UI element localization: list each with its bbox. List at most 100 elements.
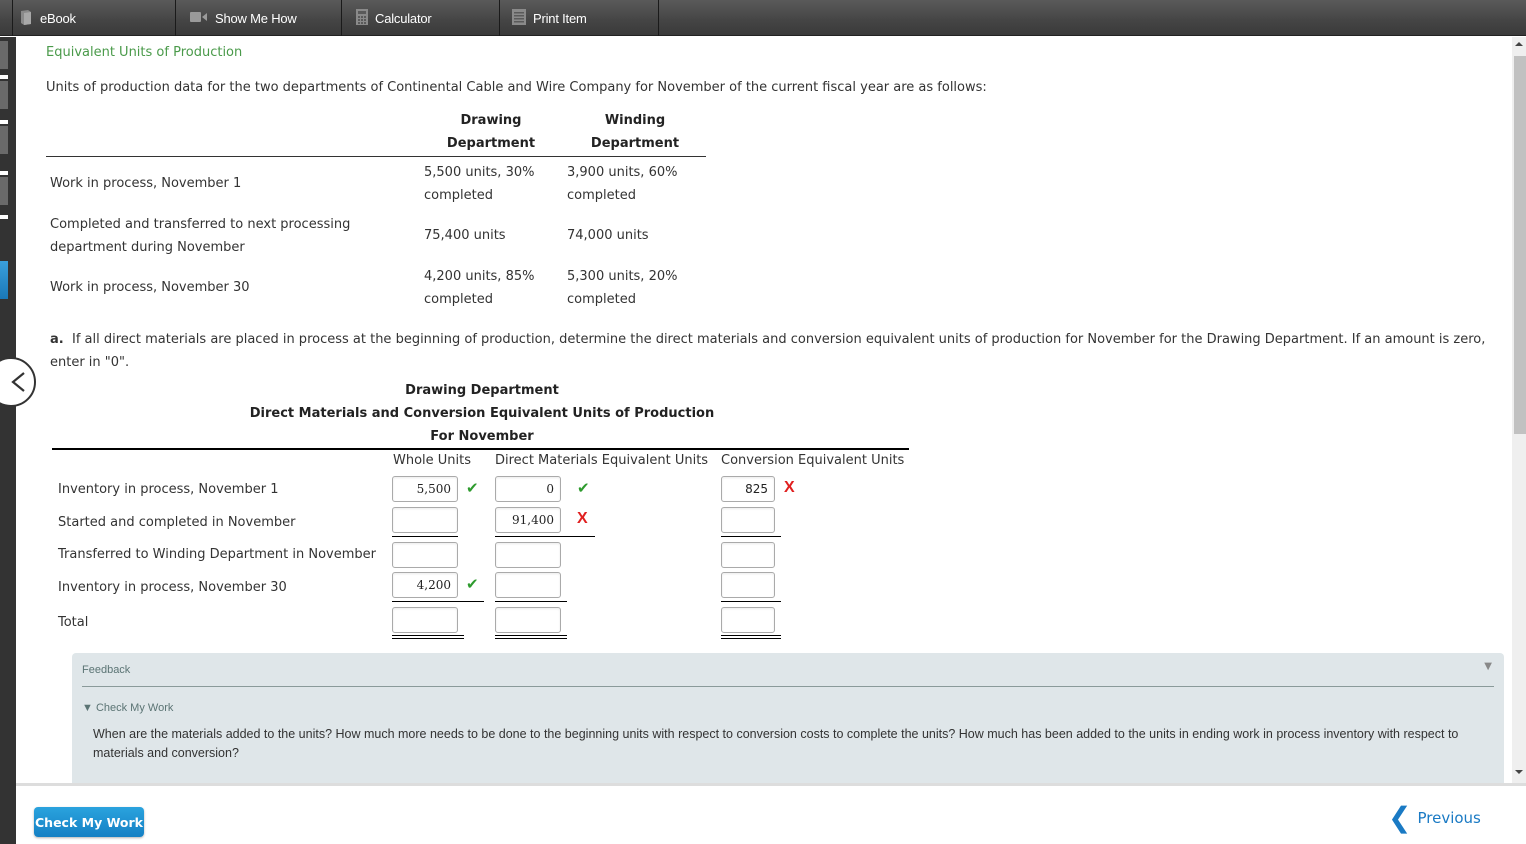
- schedule-rule: [52, 448, 909, 450]
- row-label-transferred: Transferred to Winding Department in Nov…: [58, 547, 376, 562]
- scroll-up-arrow-icon[interactable]: [1515, 42, 1523, 46]
- whole-units-transferred-input[interactable]: [392, 542, 458, 568]
- value-line: completed: [424, 188, 493, 203]
- subtotal-rule: [721, 536, 781, 537]
- rail-tab-active[interactable]: [0, 261, 8, 299]
- vertical-scrollbar[interactable]: [1512, 37, 1526, 783]
- dm-units-inventory-nov1-input[interactable]: [495, 476, 561, 502]
- value-line: completed: [567, 292, 636, 307]
- value-line: 5,500 units, 30%: [424, 165, 535, 180]
- dm-units-inventory-nov30-input[interactable]: [495, 572, 561, 598]
- chevron-left-icon: [11, 372, 25, 392]
- conversion-units-started-completed-input[interactable]: [721, 507, 775, 533]
- video-icon: [190, 11, 208, 26]
- check-my-work-button[interactable]: Check My Work: [34, 807, 144, 837]
- calculator-button[interactable]: Calculator: [342, 0, 500, 36]
- row-label-total: Total: [58, 615, 89, 630]
- feedback-divider: [82, 686, 1494, 687]
- toolbar-spacer: [0, 0, 13, 36]
- rail-tab[interactable]: [0, 81, 8, 109]
- conversion-units-inventory-nov1-input[interactable]: [721, 476, 775, 502]
- row-label: Work in process, November 1: [50, 176, 242, 191]
- winding-value: 74,000 units: [567, 228, 649, 243]
- header-line: Department: [590, 136, 680, 151]
- feedback-hint-text: When are the materials added to the unit…: [93, 727, 1459, 760]
- header-line: Drawing: [460, 113, 522, 128]
- scrollbar-thumb[interactable]: [1514, 56, 1526, 434]
- print-item-label: Print Item: [533, 10, 587, 26]
- total-double-rule: [721, 635, 781, 639]
- print-item-button[interactable]: Print Item: [500, 0, 659, 36]
- header-line: Winding: [604, 113, 666, 128]
- show-me-how-button[interactable]: Show Me How: [176, 0, 342, 36]
- rail-tab[interactable]: [0, 41, 8, 69]
- col-header-dm-units: Direct Materials Equivalent Units: [495, 453, 709, 468]
- rail-tab[interactable]: [0, 126, 8, 154]
- scroll-down-arrow-icon[interactable]: [1515, 770, 1523, 774]
- label-line: department during November: [50, 240, 245, 255]
- value-line: completed: [567, 188, 636, 203]
- book-icon: [19, 9, 33, 28]
- subtotal-rule: [392, 601, 484, 602]
- row-label: Work in process, November 30: [50, 280, 250, 295]
- winding-value: 3,900 units, 60% completed: [567, 161, 677, 207]
- part-a-prefix: a.: [50, 332, 64, 347]
- value-line: completed: [424, 292, 493, 307]
- subtotal-rule: [495, 601, 567, 602]
- schedule-title: Drawing Department: [405, 383, 559, 398]
- ebook-button[interactable]: eBook: [13, 0, 176, 36]
- value-line: 5,300 units, 20%: [567, 269, 678, 284]
- schedule-subtitle: Direct Materials and Conversion Equivale…: [249, 406, 715, 421]
- label-line: Completed and transferred to next proces…: [50, 217, 351, 232]
- row-label-started-completed: Started and completed in November: [58, 515, 296, 530]
- whole-units-started-completed-input[interactable]: [392, 507, 458, 533]
- correct-check-icon: ✔: [577, 479, 590, 497]
- top-toolbar: eBook Show Me How Calculator Print Item: [0, 0, 1526, 36]
- rail-divider: [0, 171, 8, 175]
- col-header-conversion-units: Conversion Equivalent Units: [721, 453, 905, 468]
- subtotal-rule: [392, 536, 458, 537]
- whole-units-total-input[interactable]: [392, 607, 458, 633]
- incorrect-x-icon: X: [784, 479, 795, 496]
- table-row: Completed and transferred to next proces…: [46, 209, 706, 261]
- dm-units-started-completed-input[interactable]: [495, 507, 561, 533]
- col-header-whole-units: Whole Units: [393, 453, 472, 468]
- previous-label: Previous: [1417, 809, 1481, 827]
- whole-units-inventory-nov30-input[interactable]: [392, 572, 458, 598]
- collapse-triangle-icon[interactable]: ▼: [1484, 661, 1492, 672]
- drawing-value: 5,500 units, 30% completed: [424, 161, 534, 207]
- table-row: Work in process, November 30 4,200 units…: [46, 261, 706, 313]
- table-row: Work in process, November 1 5,500 units,…: [46, 157, 706, 209]
- header-drawing: Drawing Department: [416, 109, 566, 155]
- conversion-units-inventory-nov30-input[interactable]: [721, 572, 775, 598]
- value-line: 3,900 units, 60%: [567, 165, 678, 180]
- winding-value: 5,300 units, 20% completed: [567, 265, 677, 311]
- table-header: Drawing Department Winding Department: [46, 109, 706, 157]
- header-winding: Winding Department: [560, 109, 710, 155]
- dm-units-total-input[interactable]: [495, 607, 561, 633]
- schedule-period: For November: [430, 429, 534, 444]
- bottom-bar: Check My Work ❮ Previous: [16, 783, 1526, 844]
- row-label: Completed and transferred to next proces…: [50, 213, 350, 259]
- drawing-value: 75,400 units: [424, 228, 506, 243]
- print-icon: [512, 8, 526, 28]
- row-label-inventory-nov1: Inventory in process, November 1: [58, 482, 279, 497]
- intro-text: Units of production data for the two dep…: [46, 80, 987, 95]
- part-a-instructions: a. If all direct materials are placed in…: [50, 328, 1490, 374]
- whole-units-inventory-nov1-input[interactable]: [392, 476, 458, 502]
- conversion-units-transferred-input[interactable]: [721, 542, 775, 568]
- dm-units-transferred-input[interactable]: [495, 542, 561, 568]
- calculator-icon: [356, 8, 368, 28]
- correct-check-icon: ✔: [466, 479, 479, 497]
- left-rail: [0, 37, 16, 844]
- conversion-units-total-input[interactable]: [721, 607, 775, 633]
- row-label-inventory-nov30: Inventory in process, November 30: [58, 580, 287, 595]
- check-my-work-toggle[interactable]: ▼ Check My Work: [82, 702, 173, 714]
- rail-tab[interactable]: [0, 177, 8, 205]
- previous-button[interactable]: ❮ Previous: [1388, 804, 1481, 832]
- rail-divider: [0, 215, 8, 219]
- total-double-rule: [495, 635, 567, 639]
- value-line: 4,200 units, 85%: [424, 269, 535, 284]
- question-content: Equivalent Units of Production Units of …: [16, 37, 1512, 783]
- rail-divider: [0, 120, 8, 124]
